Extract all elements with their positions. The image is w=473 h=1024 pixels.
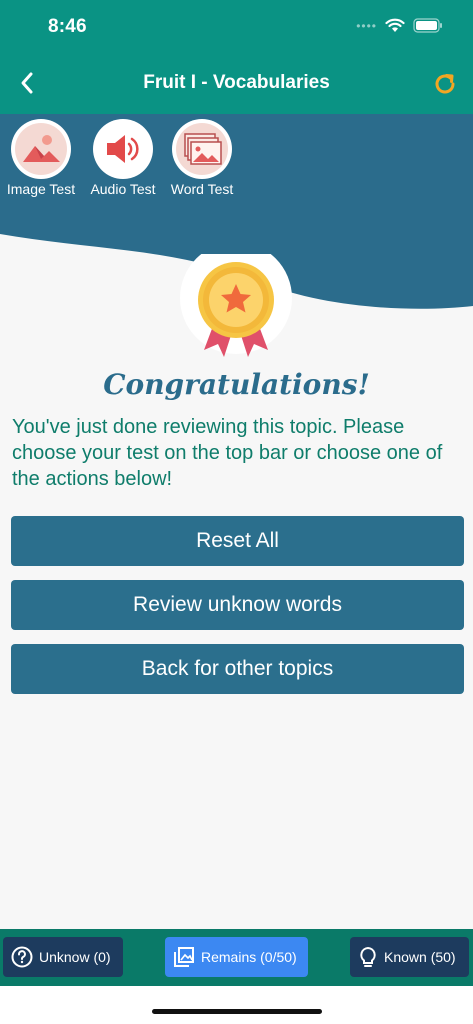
status-icons: •••• <box>356 18 443 33</box>
back-to-topics-button[interactable]: Back for other topics <box>11 644 464 694</box>
word-test-circle <box>172 119 232 179</box>
image-test-label: Image Test <box>6 181 76 197</box>
app-header: Fruit I - Vocabularies <box>0 52 473 114</box>
lightbulb-icon <box>358 946 378 968</box>
unknow-button[interactable]: Unknow (0) <box>3 937 123 977</box>
speaker-icon <box>107 135 139 163</box>
image-test-circle <box>11 119 71 179</box>
home-indicator-area <box>0 986 473 1024</box>
refresh-icon <box>435 74 455 94</box>
signal-icon: •••• <box>356 18 377 33</box>
bottom-bar: Unknow (0) Remains (0/50) Known (50) <box>0 929 473 986</box>
congrats-heading: Congratulations! <box>103 368 370 401</box>
refresh-button[interactable] <box>429 68 461 100</box>
status-bar: 8:46 •••• <box>0 0 473 52</box>
remains-button[interactable]: Remains (0/50) <box>165 937 308 977</box>
audio-test-label: Audio Test <box>90 181 156 197</box>
medal-icon <box>176 242 296 364</box>
audio-test-circle <box>93 119 153 179</box>
images-icon <box>173 946 195 968</box>
word-test-label: Word Test <box>170 181 234 197</box>
reset-all-button[interactable]: Reset All <box>11 516 464 566</box>
back-button[interactable] <box>12 68 42 98</box>
word-test-button[interactable]: Word Test <box>162 119 242 197</box>
page-title: Fruit I - Vocabularies <box>143 72 330 93</box>
completion-message: You've just done reviewing this topic. P… <box>12 416 443 490</box>
remains-count: Remains (0/50) <box>201 949 297 965</box>
image-test-button[interactable]: Image Test <box>1 119 81 197</box>
home-indicator[interactable] <box>152 1009 322 1014</box>
battery-icon <box>413 18 442 33</box>
unknow-count: Unknow (0) <box>39 949 111 965</box>
audio-test-button[interactable]: Audio Test <box>83 119 163 197</box>
wifi-icon <box>385 18 405 32</box>
chevron-left-icon <box>21 72 33 94</box>
review-unknow-words-button[interactable]: Review unknow words <box>11 580 464 630</box>
image-icon <box>15 123 67 175</box>
question-circle-icon <box>11 946 33 968</box>
status-time: 8:46 <box>48 16 87 37</box>
known-count: Known (50) <box>384 949 456 965</box>
picture-stack-icon <box>176 123 228 175</box>
known-button[interactable]: Known (50) <box>350 937 469 977</box>
